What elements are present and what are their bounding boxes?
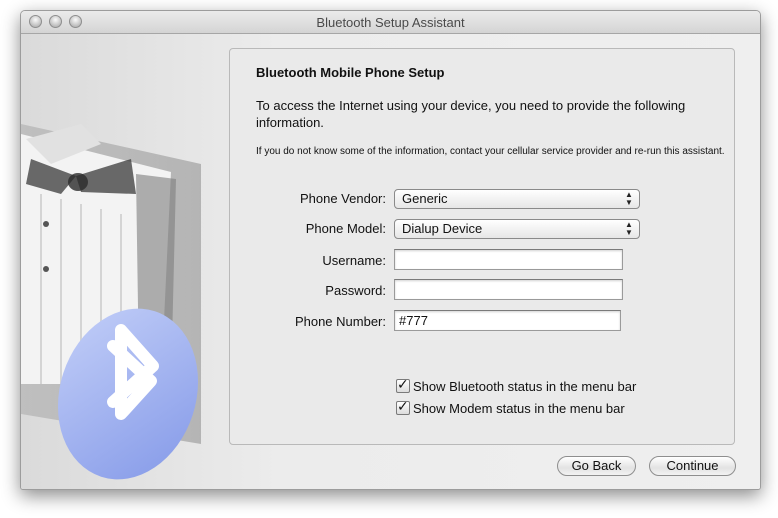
intro-text: To access the Internet using your device… — [256, 98, 686, 130]
setup-panel: Bluetooth Mobile Phone Setup To access t… — [229, 48, 735, 445]
phone-number-field[interactable]: #777 — [394, 310, 621, 331]
window-title: Bluetooth Setup Assistant — [316, 15, 465, 30]
bluetooth-status-checkbox[interactable]: ✓ Show Bluetooth status in the menu bar — [396, 376, 637, 397]
bluetooth-status-label: Show Bluetooth status in the menu bar — [413, 379, 637, 394]
title-bar[interactable]: Bluetooth Setup Assistant — [21, 11, 760, 34]
checkbox-box[interactable]: ✓ — [396, 398, 410, 415]
panel-heading: Bluetooth Mobile Phone Setup — [256, 65, 445, 80]
go-back-button[interactable]: Go Back — [557, 456, 636, 476]
password-field[interactable] — [394, 279, 623, 300]
modem-status-checkbox[interactable]: ✓ Show Modem status in the menu bar — [396, 398, 625, 419]
modem-status-label: Show Modem status in the menu bar — [413, 401, 625, 416]
password-label: Password: — [325, 283, 386, 298]
phone-vendor-label: Phone Vendor: — [299, 191, 386, 206]
checkbox-box[interactable]: ✓ — [396, 376, 410, 393]
checkmark-icon: ✓ — [397, 376, 409, 392]
phone-model-popup[interactable]: Dialup Device ▲ ▼ — [394, 219, 640, 239]
phone-model-label: Phone Model: — [305, 221, 386, 236]
popup-arrows-icon: ▲ ▼ — [625, 190, 633, 207]
checkmark-icon: ✓ — [397, 398, 409, 414]
info-note: If you do not know some of the informati… — [256, 146, 725, 157]
phone-vendor-popup[interactable]: Generic ▲ ▼ — [394, 189, 640, 209]
username-field[interactable] — [394, 249, 623, 270]
continue-button[interactable]: Continue — [649, 456, 736, 476]
phone-model-value: Dialup Device — [402, 221, 483, 236]
bluetooth-tuxedo-icon — [21, 124, 201, 480]
username-label: Username: — [322, 253, 386, 268]
window-content: Bluetooth Mobile Phone Setup To access t… — [21, 34, 760, 489]
popup-arrows-icon: ▲ ▼ — [625, 220, 633, 237]
phone-vendor-value: Generic — [402, 191, 448, 206]
phone-number-label: Phone Number: — [294, 314, 386, 329]
assistant-window: Bluetooth Setup Assistant Bluetooth Mobi… — [20, 10, 761, 490]
